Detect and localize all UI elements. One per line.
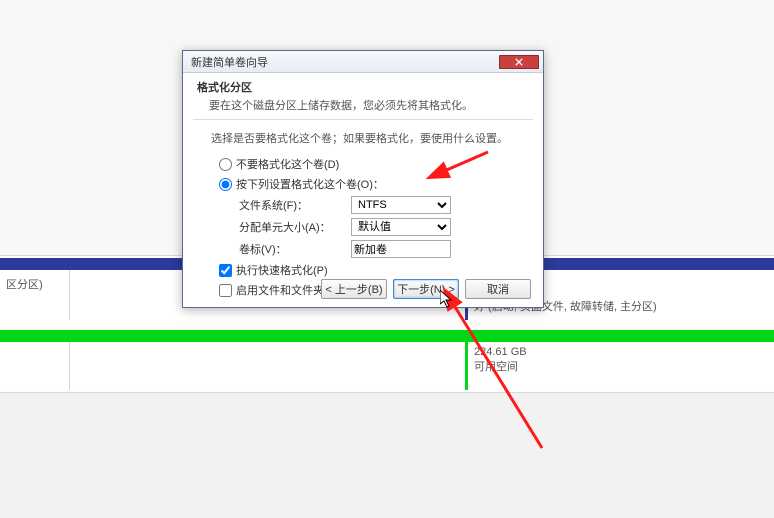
unalloc-size: 224.61 GB	[474, 346, 768, 358]
allocation-row: 分配单元大小(A)： 默认值	[183, 216, 543, 238]
volume-name-input[interactable]	[351, 240, 451, 258]
dialog-instruction: 选择是否要格式化这个卷；如果要格式化，要使用什么设置。	[183, 128, 543, 154]
volume-name-row: 卷标(V)：	[183, 238, 543, 260]
divider	[193, 119, 533, 120]
next-button[interactable]: 下一步(N) >	[393, 279, 459, 299]
back-button[interactable]: < 上一步(B)	[321, 279, 387, 299]
quick-format-row[interactable]: 执行快速格式化(P)	[183, 260, 543, 280]
dialog-heading: 格式化分区	[183, 73, 543, 97]
allocation-select[interactable]: 默认值	[351, 218, 451, 236]
radio-no-format-row[interactable]: 不要格式化这个卷(D)	[183, 154, 543, 174]
left-cell-text: 区分区)	[6, 279, 43, 291]
dialog-subheading: 要在这个磁盘分区上储存数据，您必须先将其格式化。	[183, 97, 543, 119]
dialog-title: 新建简单卷向导	[187, 54, 499, 70]
radio-no-format[interactable]	[219, 158, 232, 171]
compress-checkbox[interactable]	[219, 284, 232, 297]
radio-format-label: 按下列设置格式化这个卷(O)：	[236, 176, 384, 192]
quick-format-checkbox[interactable]	[219, 264, 232, 277]
volume-bar-green	[0, 330, 774, 342]
unalloc-label: 可用空间	[474, 358, 768, 374]
volume-name-label: 卷标(V)：	[239, 241, 351, 257]
disk-label-cell-2	[0, 342, 70, 390]
bg-bottom-area	[0, 392, 774, 518]
volume-row-2: 224.61 GB 可用空间	[0, 342, 774, 390]
unallocated-cell[interactable]: 224.61 GB 可用空间	[465, 342, 774, 390]
dialog-buttons: < 上一步(B) 下一步(N) > 取消	[321, 279, 531, 299]
filesystem-row: 文件系统(F)： NTFS	[183, 194, 543, 216]
allocation-label: 分配单元大小(A)：	[239, 219, 351, 235]
quick-format-label: 执行快速格式化(P)	[236, 262, 328, 278]
titlebar[interactable]: 新建简单卷向导	[183, 51, 543, 73]
radio-format[interactable]	[219, 178, 232, 191]
disk-label-cell: 区分区)	[0, 270, 70, 320]
filesystem-label: 文件系统(F)：	[239, 197, 351, 213]
radio-no-format-label: 不要格式化这个卷(D)	[236, 156, 339, 172]
filesystem-select[interactable]: NTFS	[351, 196, 451, 214]
close-icon	[515, 58, 523, 66]
close-button[interactable]	[499, 55, 539, 69]
radio-format-row[interactable]: 按下列设置格式化这个卷(O)：	[183, 174, 543, 194]
cancel-button[interactable]: 取消	[465, 279, 531, 299]
wizard-dialog: 新建简单卷向导 格式化分区 要在这个磁盘分区上储存数据，您必须先将其格式化。 选…	[182, 50, 544, 308]
